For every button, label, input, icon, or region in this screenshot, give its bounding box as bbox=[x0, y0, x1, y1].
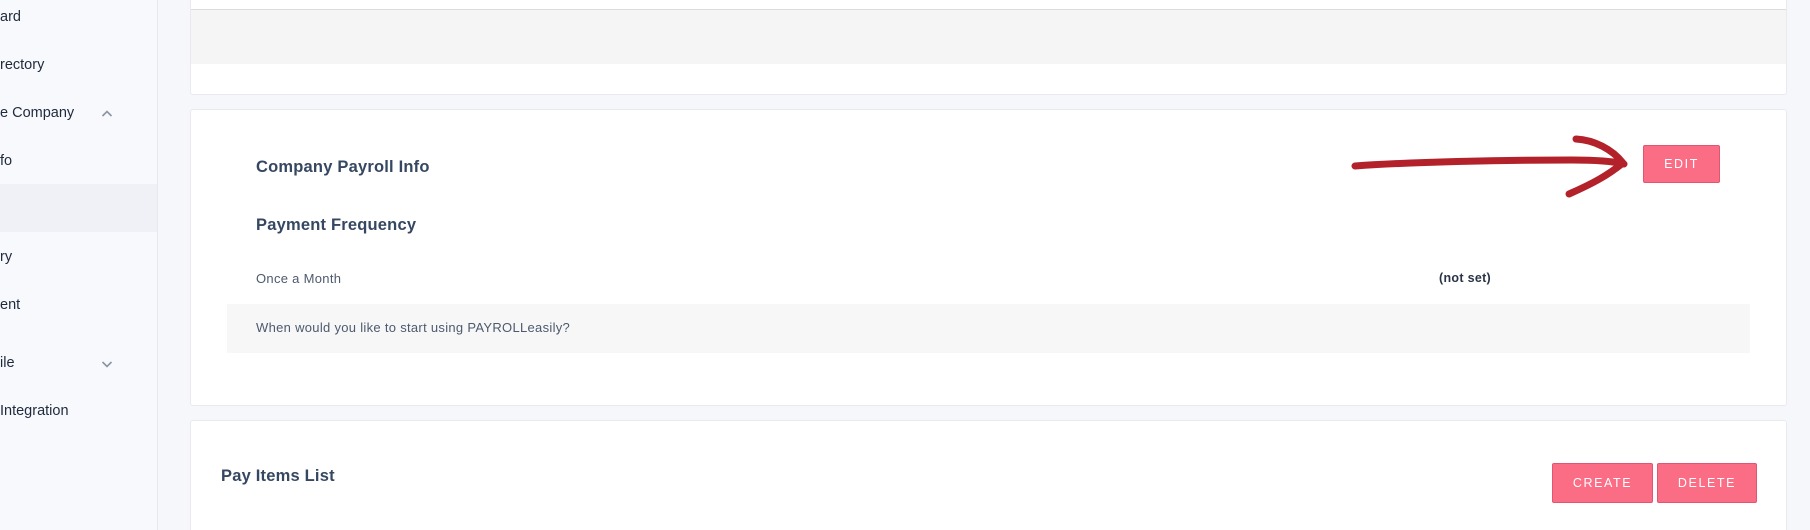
start-question-label: When would you like to start using PAYRO… bbox=[256, 320, 571, 335]
sidebar-item-label: ard bbox=[0, 9, 21, 25]
sidebar: ard rectory e Company fo ry ent ile Inte… bbox=[0, 0, 158, 530]
sidebar-item-department[interactable]: ent bbox=[0, 288, 157, 324]
sidebar-item-dashboard[interactable]: ard bbox=[0, 0, 157, 36]
create-button[interactable]: CREATE bbox=[1552, 463, 1653, 503]
sidebar-item-label: e Company bbox=[0, 105, 75, 121]
sidebar-item-company-info[interactable]: fo bbox=[0, 144, 157, 180]
delete-button[interactable]: DELETE bbox=[1657, 463, 1757, 503]
table-footer-band bbox=[191, 9, 1786, 64]
pay-items-title: Pay Items List bbox=[221, 467, 335, 485]
sidebar-item-label: Integration bbox=[0, 403, 69, 419]
sidebar-item-label: ent bbox=[0, 297, 21, 313]
payroll-card-title: Company Payroll Info bbox=[256, 158, 430, 176]
edit-button-label: EDIT bbox=[1664, 157, 1699, 171]
pay-items-card: Pay Items List CREATE DELETE bbox=[190, 420, 1787, 530]
edit-button[interactable]: EDIT bbox=[1643, 145, 1720, 183]
sidebar-item-directory-2[interactable]: ry bbox=[0, 240, 157, 276]
sidebar-item-company[interactable]: e Company bbox=[0, 96, 157, 132]
start-date-value: (not set) bbox=[1439, 271, 1491, 285]
app-page: ard rectory e Company fo ry ent ile Inte… bbox=[0, 0, 1810, 530]
sidebar-item-label: fo bbox=[0, 153, 13, 169]
top-card bbox=[190, 0, 1787, 95]
sidebar-item-payroll-active[interactable] bbox=[0, 184, 157, 232]
annotation-arrow-icon bbox=[1351, 135, 1628, 198]
payment-frequency-heading: Payment Frequency bbox=[256, 216, 417, 234]
chevron-down-icon[interactable] bbox=[101, 358, 113, 370]
sidebar-item-integration[interactable]: Integration bbox=[0, 394, 157, 430]
sidebar-item-label: rectory bbox=[0, 57, 45, 73]
delete-button-label: DELETE bbox=[1677, 476, 1737, 490]
start-question-row: When would you like to start using PAYRO… bbox=[227, 304, 1750, 353]
sidebar-item-label: ry bbox=[0, 249, 13, 265]
sidebar-item-directory[interactable]: rectory bbox=[0, 48, 157, 84]
sidebar-item-profile[interactable]: ile bbox=[0, 346, 157, 382]
sidebar-item-label: ile bbox=[0, 355, 15, 371]
chevron-up-icon[interactable] bbox=[101, 108, 113, 120]
payment-frequency-value: Once a Month bbox=[256, 271, 342, 286]
create-button-label: CREATE bbox=[1572, 476, 1633, 490]
